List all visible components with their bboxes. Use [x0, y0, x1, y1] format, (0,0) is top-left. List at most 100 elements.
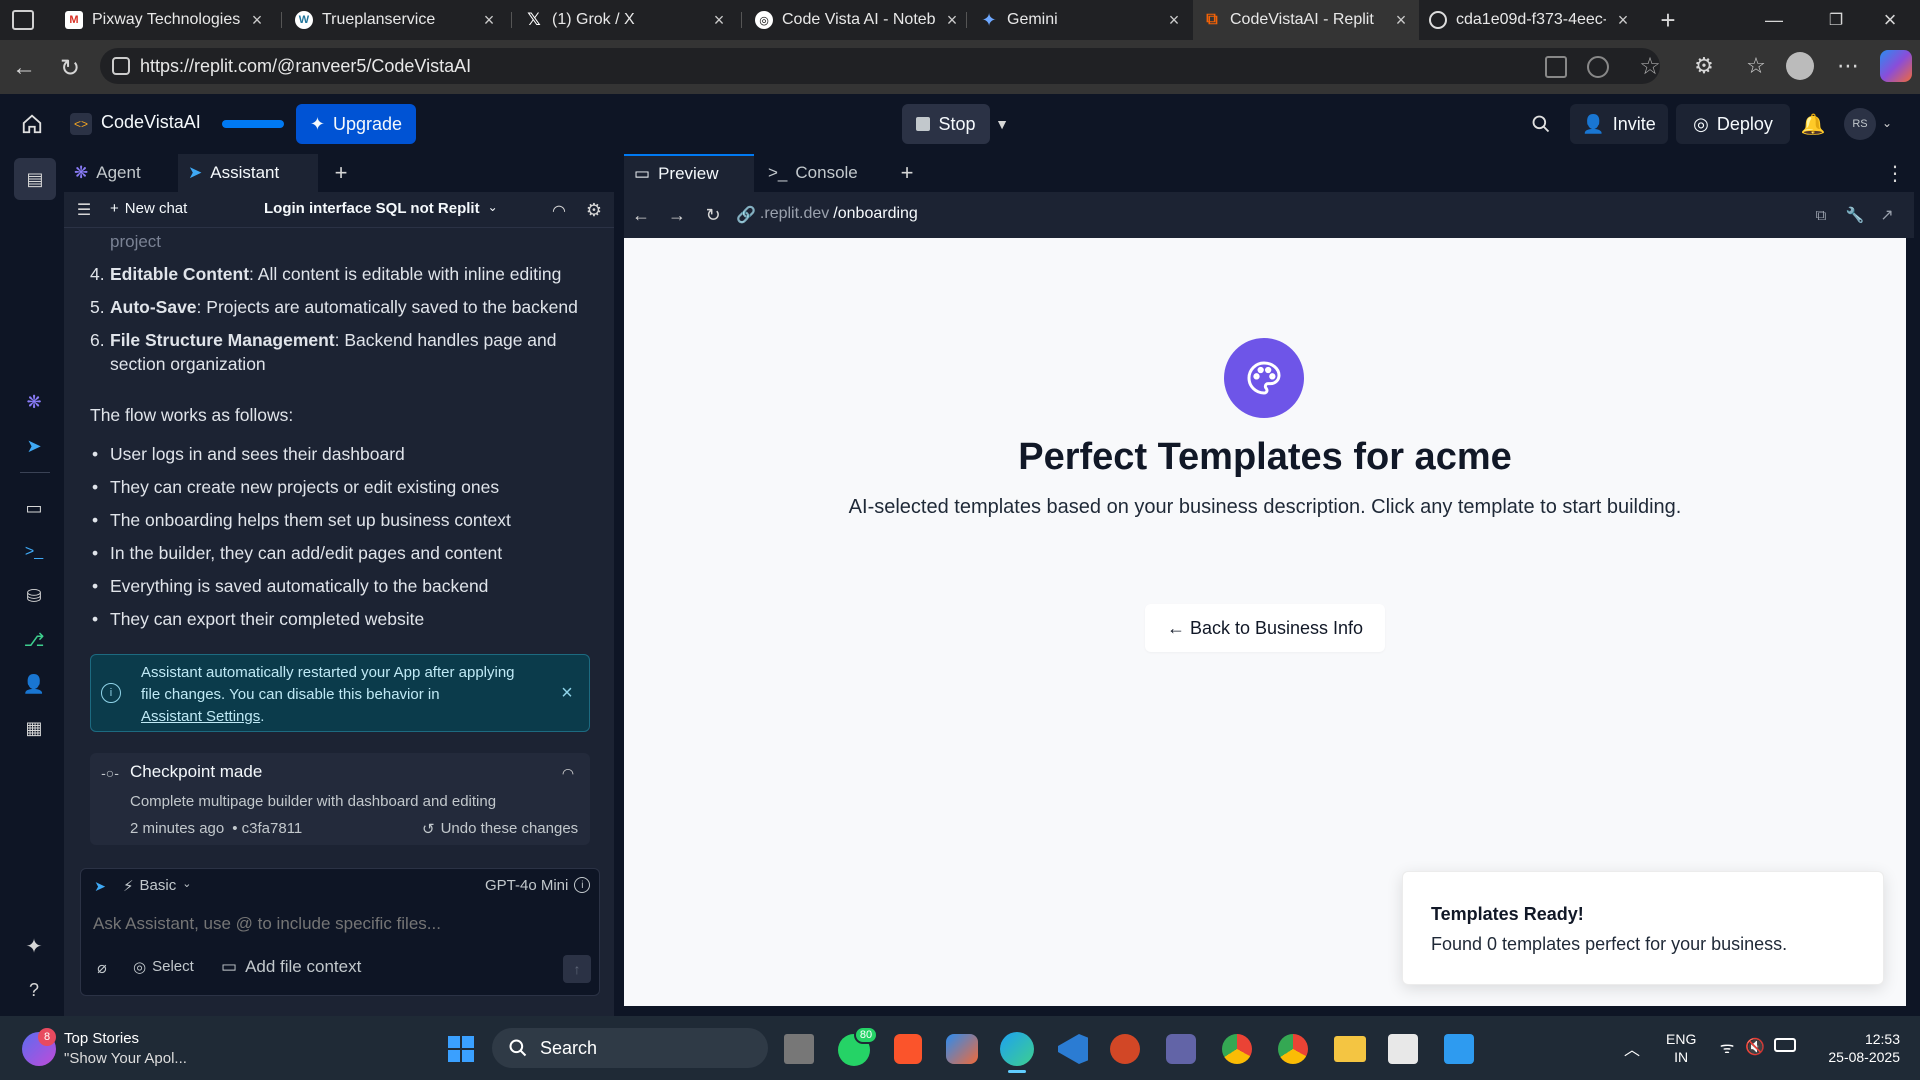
- all-tools-icon[interactable]: ▦: [20, 714, 48, 742]
- taskbar-search[interactable]: Search: [492, 1028, 768, 1068]
- assistant-settings-link[interactable]: Assistant Settings: [141, 708, 260, 725]
- minimize-icon[interactable]: —: [1762, 8, 1786, 32]
- edge-icon[interactable]: [1000, 1032, 1034, 1066]
- project-name[interactable]: CodeVistaAI: [101, 112, 201, 133]
- avatar-chevron-icon[interactable]: ⌄: [1878, 114, 1896, 132]
- app-installer-icon[interactable]: [1444, 1034, 1474, 1064]
- news-subtitle[interactable]: "Show Your Apol...: [64, 1050, 187, 1067]
- back-to-business-info-button[interactable]: ← Back to Business Info: [1145, 604, 1385, 652]
- stop-button[interactable]: Stop: [902, 104, 990, 144]
- windows-start-icon[interactable]: [446, 1034, 476, 1064]
- read-aloud-icon[interactable]: [1587, 56, 1609, 78]
- devtools-wrench-icon[interactable]: 🔧: [1844, 204, 1866, 226]
- send-button[interactable]: ↑: [563, 955, 591, 983]
- deploy-button[interactable]: ◎ Deploy: [1676, 104, 1790, 144]
- back-arrow-icon[interactable]: ←: [10, 54, 38, 82]
- add-tab-icon[interactable]: +: [328, 160, 354, 186]
- copilot-app-icon[interactable]: [946, 1034, 978, 1064]
- chrome-icon[interactable]: [1222, 1034, 1252, 1064]
- chrome-profile-icon[interactable]: [1278, 1034, 1308, 1064]
- news-title[interactable]: Top Stories: [64, 1030, 139, 1047]
- gear-icon[interactable]: ⚙: [582, 198, 606, 222]
- brave-icon[interactable]: [894, 1034, 922, 1064]
- extensions-icon[interactable]: ⚙: [1690, 52, 1718, 80]
- profile-avatar[interactable]: [1786, 52, 1814, 80]
- teams-icon[interactable]: [1166, 1034, 1196, 1064]
- url-field[interactable]: https://replit.com/@ranveer5/CodeVistaAI: [100, 48, 1660, 84]
- close-window-icon[interactable]: ×: [1878, 7, 1902, 32]
- tab-preview[interactable]: ▭ Preview: [624, 154, 754, 192]
- site-info-icon[interactable]: [112, 57, 130, 75]
- shell-icon[interactable]: >_: [20, 538, 48, 566]
- sparkle-icon[interactable]: ✦: [20, 932, 48, 960]
- checkpoint-hash[interactable]: • c3fa7811: [232, 820, 302, 837]
- add-file-context-button[interactable]: ▭ Add file context: [221, 957, 361, 977]
- vscode-icon[interactable]: [1058, 1034, 1088, 1064]
- battery-icon[interactable]: [1774, 1038, 1796, 1052]
- browser-tab-grok[interactable]: 𝕏 (1) Grok / X ×: [515, 0, 737, 40]
- close-tab-icon[interactable]: ×: [249, 10, 265, 31]
- close-tab-icon[interactable]: ×: [1166, 10, 1182, 31]
- microsoft-store-icon[interactable]: [1388, 1034, 1418, 1064]
- info-icon[interactable]: i: [574, 877, 591, 893]
- chat-title-dropdown[interactable]: Login interface SQL not Replit ⌄: [264, 200, 498, 217]
- clock[interactable]: 12:53 25-08-2025: [1810, 1030, 1900, 1066]
- browser-tab-gemini[interactable]: ✦ Gemini ×: [970, 0, 1192, 40]
- usage-gauge-icon[interactable]: ◠: [548, 200, 570, 222]
- close-tab-icon[interactable]: ×: [1393, 10, 1409, 31]
- back-arrow-icon[interactable]: ←: [630, 204, 652, 226]
- chevron-up-icon[interactable]: ︿: [1620, 1036, 1644, 1060]
- chat-history-icon[interactable]: ☰: [74, 200, 94, 220]
- volume-muted-icon[interactable]: 🔇: [1744, 1036, 1766, 1058]
- tab-assistant[interactable]: ➤ Assistant: [178, 154, 318, 192]
- reload-icon[interactable]: ↻: [702, 204, 724, 226]
- mode-dropdown[interactable]: ⚡ Basic ⌄: [123, 877, 191, 895]
- git-icon[interactable]: ⎇: [20, 626, 48, 654]
- close-tab-icon[interactable]: ×: [1615, 10, 1631, 31]
- home-icon[interactable]: [20, 112, 44, 136]
- undo-changes-button[interactable]: ↺ Undo these changes: [422, 820, 578, 838]
- bell-icon[interactable]: 🔔: [1800, 111, 1826, 137]
- wifi-icon[interactable]: ᯤ: [1716, 1036, 1738, 1058]
- more-options-icon[interactable]: ⋯: [1834, 52, 1862, 80]
- database-icon[interactable]: ⛁: [20, 582, 48, 610]
- close-tab-icon[interactable]: ×: [711, 10, 727, 31]
- run-options-chevron-icon[interactable]: ▼: [990, 112, 1014, 136]
- more-vertical-icon[interactable]: ⋮: [1882, 160, 1908, 186]
- files-icon[interactable]: ▤: [14, 158, 56, 200]
- task-view-icon[interactable]: [784, 1034, 814, 1064]
- reload-icon[interactable]: ↻: [56, 54, 84, 82]
- browser-tab-gmail[interactable]: M Pixway Technologies In ×: [55, 0, 275, 40]
- assistant-icon[interactable]: ➤: [20, 432, 48, 460]
- agent-icon[interactable]: ❋: [20, 388, 48, 416]
- language-indicator[interactable]: ENG IN: [1666, 1030, 1696, 1066]
- close-tab-icon[interactable]: ×: [944, 10, 960, 31]
- usage-gauge-icon[interactable]: ◠: [558, 763, 578, 783]
- favorite-star-icon[interactable]: ☆: [1636, 52, 1664, 80]
- select-element-button[interactable]: ◎ Select: [133, 958, 194, 976]
- close-icon[interactable]: ×: [557, 682, 577, 704]
- search-icon[interactable]: [1528, 111, 1554, 137]
- powerpoint-icon[interactable]: [1110, 1034, 1140, 1064]
- forward-arrow-icon[interactable]: →: [666, 204, 688, 226]
- browser-tab-replit[interactable]: ⧉ CodeVistaAI - Replit ×: [1193, 0, 1419, 40]
- devices-icon[interactable]: ⧉: [1810, 204, 1832, 226]
- preview-url-field[interactable]: 🔗 .replit.dev /onboarding: [736, 205, 918, 225]
- tab-console[interactable]: >_ Console: [758, 154, 888, 192]
- open-new-window-icon[interactable]: ↗: [1876, 204, 1898, 226]
- browser-tab-trueplanservice[interactable]: W Trueplanservice ×: [285, 0, 507, 40]
- new-chat-button[interactable]: + New chat: [110, 200, 187, 217]
- browser-tab-notebook[interactable]: ◎ Code Vista AI - Notebo ×: [745, 0, 970, 40]
- user-avatar[interactable]: RS: [1844, 108, 1876, 140]
- restore-icon[interactable]: ❐: [1824, 8, 1848, 32]
- help-icon[interactable]: ?: [20, 976, 48, 1004]
- auth-icon[interactable]: 👤: [20, 670, 48, 698]
- new-tab-icon[interactable]: +: [1654, 5, 1682, 35]
- app-available-icon[interactable]: [1545, 56, 1567, 78]
- chat-input[interactable]: [93, 909, 583, 939]
- invite-button[interactable]: 👤 Invite: [1570, 104, 1668, 144]
- close-tab-icon[interactable]: ×: [481, 10, 497, 31]
- collections-icon[interactable]: ☆: [1742, 52, 1770, 80]
- tab-agent[interactable]: ❋ Agent: [64, 154, 174, 192]
- tab-actions-icon[interactable]: [12, 10, 34, 30]
